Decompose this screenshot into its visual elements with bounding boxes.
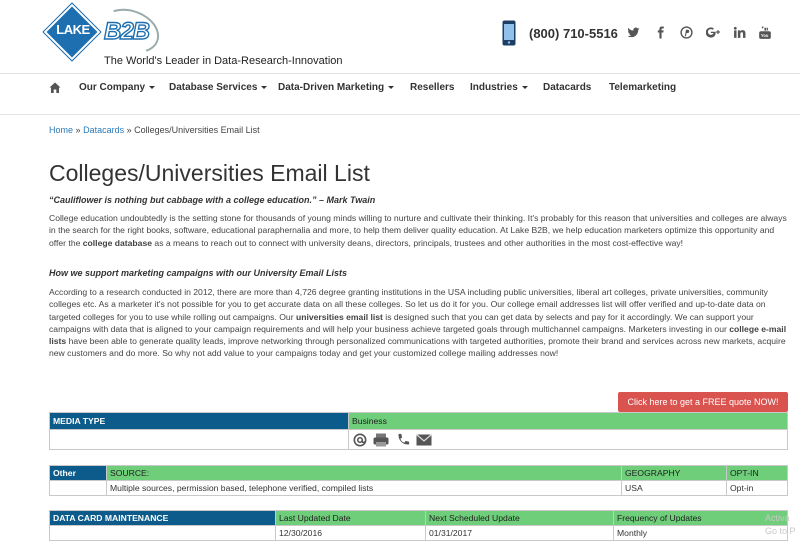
- fax-icon: [373, 433, 389, 447]
- breadcrumb-datacards-link[interactable]: Datacards: [83, 125, 124, 135]
- last-updated-header: Last Updated Date: [275, 510, 426, 526]
- breadcrumb-separator: »: [126, 125, 132, 135]
- nav-divider: [0, 114, 800, 115]
- twitter-icon[interactable]: [624, 26, 642, 44]
- media-empty-cell: [49, 429, 349, 450]
- youtube-icon[interactable]: You: [756, 26, 774, 44]
- chevron-down-icon: [149, 85, 156, 89]
- nav-item-industries[interactable]: Industries: [470, 82, 528, 93]
- other-label: Other: [49, 465, 107, 481]
- media-type-value: Business: [348, 412, 788, 430]
- chevron-down-icon: [521, 85, 528, 89]
- maintenance-empty-cell: [49, 525, 276, 541]
- chevron-down-icon: [388, 85, 395, 89]
- nav-item-label: Telemarketing: [609, 82, 677, 93]
- mobile-phone-icon: [502, 20, 516, 46]
- activation-watermark: Activa Go to P: [765, 512, 796, 538]
- frequency-header: Frequency of Updates: [613, 510, 788, 526]
- opt-in-value: Opt-in: [726, 480, 788, 496]
- source-value: Multiple sources, permission based, tele…: [106, 480, 622, 496]
- next-update-header: Next Scheduled Update: [425, 510, 614, 526]
- watermark-line-2: Go to P: [765, 526, 796, 536]
- site-header: LAKE B2B The World's Leader in Data-Rese…: [0, 0, 800, 73]
- nav-item-data-driven-marketing[interactable]: Data-Driven Marketing: [278, 82, 395, 93]
- source-header: SOURCE:: [106, 465, 622, 481]
- intro-bold-text: college database: [82, 237, 153, 248]
- free-quote-button[interactable]: Click here to get a FREE quote NOW!: [618, 392, 788, 412]
- opt-in-header: OPT-IN: [726, 465, 788, 481]
- phone-icon: [395, 433, 411, 447]
- svg-text:You: You: [761, 33, 769, 38]
- logo-lake-text: LAKE: [56, 22, 90, 37]
- breadcrumb-separator: »: [75, 125, 81, 135]
- pinterest-icon[interactable]: [677, 26, 695, 44]
- body-bold-text: universities email list: [295, 311, 383, 322]
- geography-value: USA: [621, 480, 727, 496]
- nav-item-telemarketing[interactable]: Telemarketing: [609, 82, 676, 93]
- source-table: Other SOURCE: GEOGRAPHY OPT-IN Multiple …: [49, 465, 788, 496]
- maintenance-header: DATA CARD MAINTENANCE: [49, 510, 276, 526]
- email-icon: [352, 433, 368, 447]
- nav-item-label: Our Company: [79, 82, 146, 93]
- nav-item-label: Industries: [470, 82, 518, 93]
- nav-item-label: Datacards: [543, 82, 592, 93]
- breadcrumb: Home » Datacards » Colleges/Universities…: [49, 125, 260, 135]
- chevron-down-icon: [261, 85, 268, 89]
- geography-header: GEOGRAPHY: [621, 465, 727, 481]
- section-subheading: How we support marketing campaigns with …: [49, 268, 348, 278]
- lake-b2b-logo[interactable]: LAKE B2B: [43, 1, 170, 61]
- breadcrumb-current: Colleges/Universities Email List: [134, 125, 260, 135]
- main-nav: Our Company Database Services Data-Drive…: [0, 74, 800, 114]
- media-type-header: MEDIA TYPE: [49, 412, 349, 430]
- intro-paragraph: College education undoubtedly is the set…: [49, 212, 789, 249]
- intro-text-cont: as a means to reach out to connect with …: [152, 237, 684, 248]
- next-update-value: 01/31/2017: [425, 525, 614, 541]
- facebook-icon[interactable]: [651, 26, 669, 44]
- breadcrumb-home-link[interactable]: Home: [49, 125, 73, 135]
- mail-icon: [416, 433, 433, 447]
- media-type-table: MEDIA TYPE Business: [49, 412, 788, 450]
- nav-item-label: Resellers: [410, 82, 455, 93]
- quote-text: “Cauliflower is nothing but cabbage with…: [49, 195, 376, 205]
- nav-item-label: Data-Driven Marketing: [278, 82, 385, 93]
- home-icon[interactable]: [49, 82, 61, 94]
- frequency-value: Monthly: [613, 525, 788, 541]
- data-card-maintenance-table: DATA CARD MAINTENANCE Last Updated Date …: [49, 510, 788, 541]
- page-title: Colleges/Universities Email List: [49, 160, 370, 186]
- phone-number[interactable]: (800) 710-5516: [529, 26, 618, 41]
- nav-item-label: Database Services: [169, 82, 258, 93]
- nav-item-resellers[interactable]: Resellers: [410, 82, 454, 93]
- logo-b2b-text: B2B: [103, 17, 150, 45]
- google-plus-icon[interactable]: [704, 26, 722, 44]
- media-icons-cell: [348, 429, 788, 450]
- source-empty-cell: [49, 480, 107, 496]
- nav-item-datacards[interactable]: Datacards: [543, 82, 591, 93]
- nav-item-database-services[interactable]: Database Services: [169, 82, 268, 93]
- body-paragraph: According to a research conducted in 201…: [49, 286, 789, 360]
- nav-item-our-company[interactable]: Our Company: [79, 82, 156, 93]
- watermark-line-1: Activa: [765, 513, 790, 523]
- tagline: The World's Leader in Data-Research-Inno…: [104, 55, 343, 67]
- last-updated-value: 12/30/2016: [275, 525, 426, 541]
- body-text-end: have been able to generate quality leads…: [49, 336, 786, 359]
- linkedin-icon[interactable]: [730, 26, 748, 44]
